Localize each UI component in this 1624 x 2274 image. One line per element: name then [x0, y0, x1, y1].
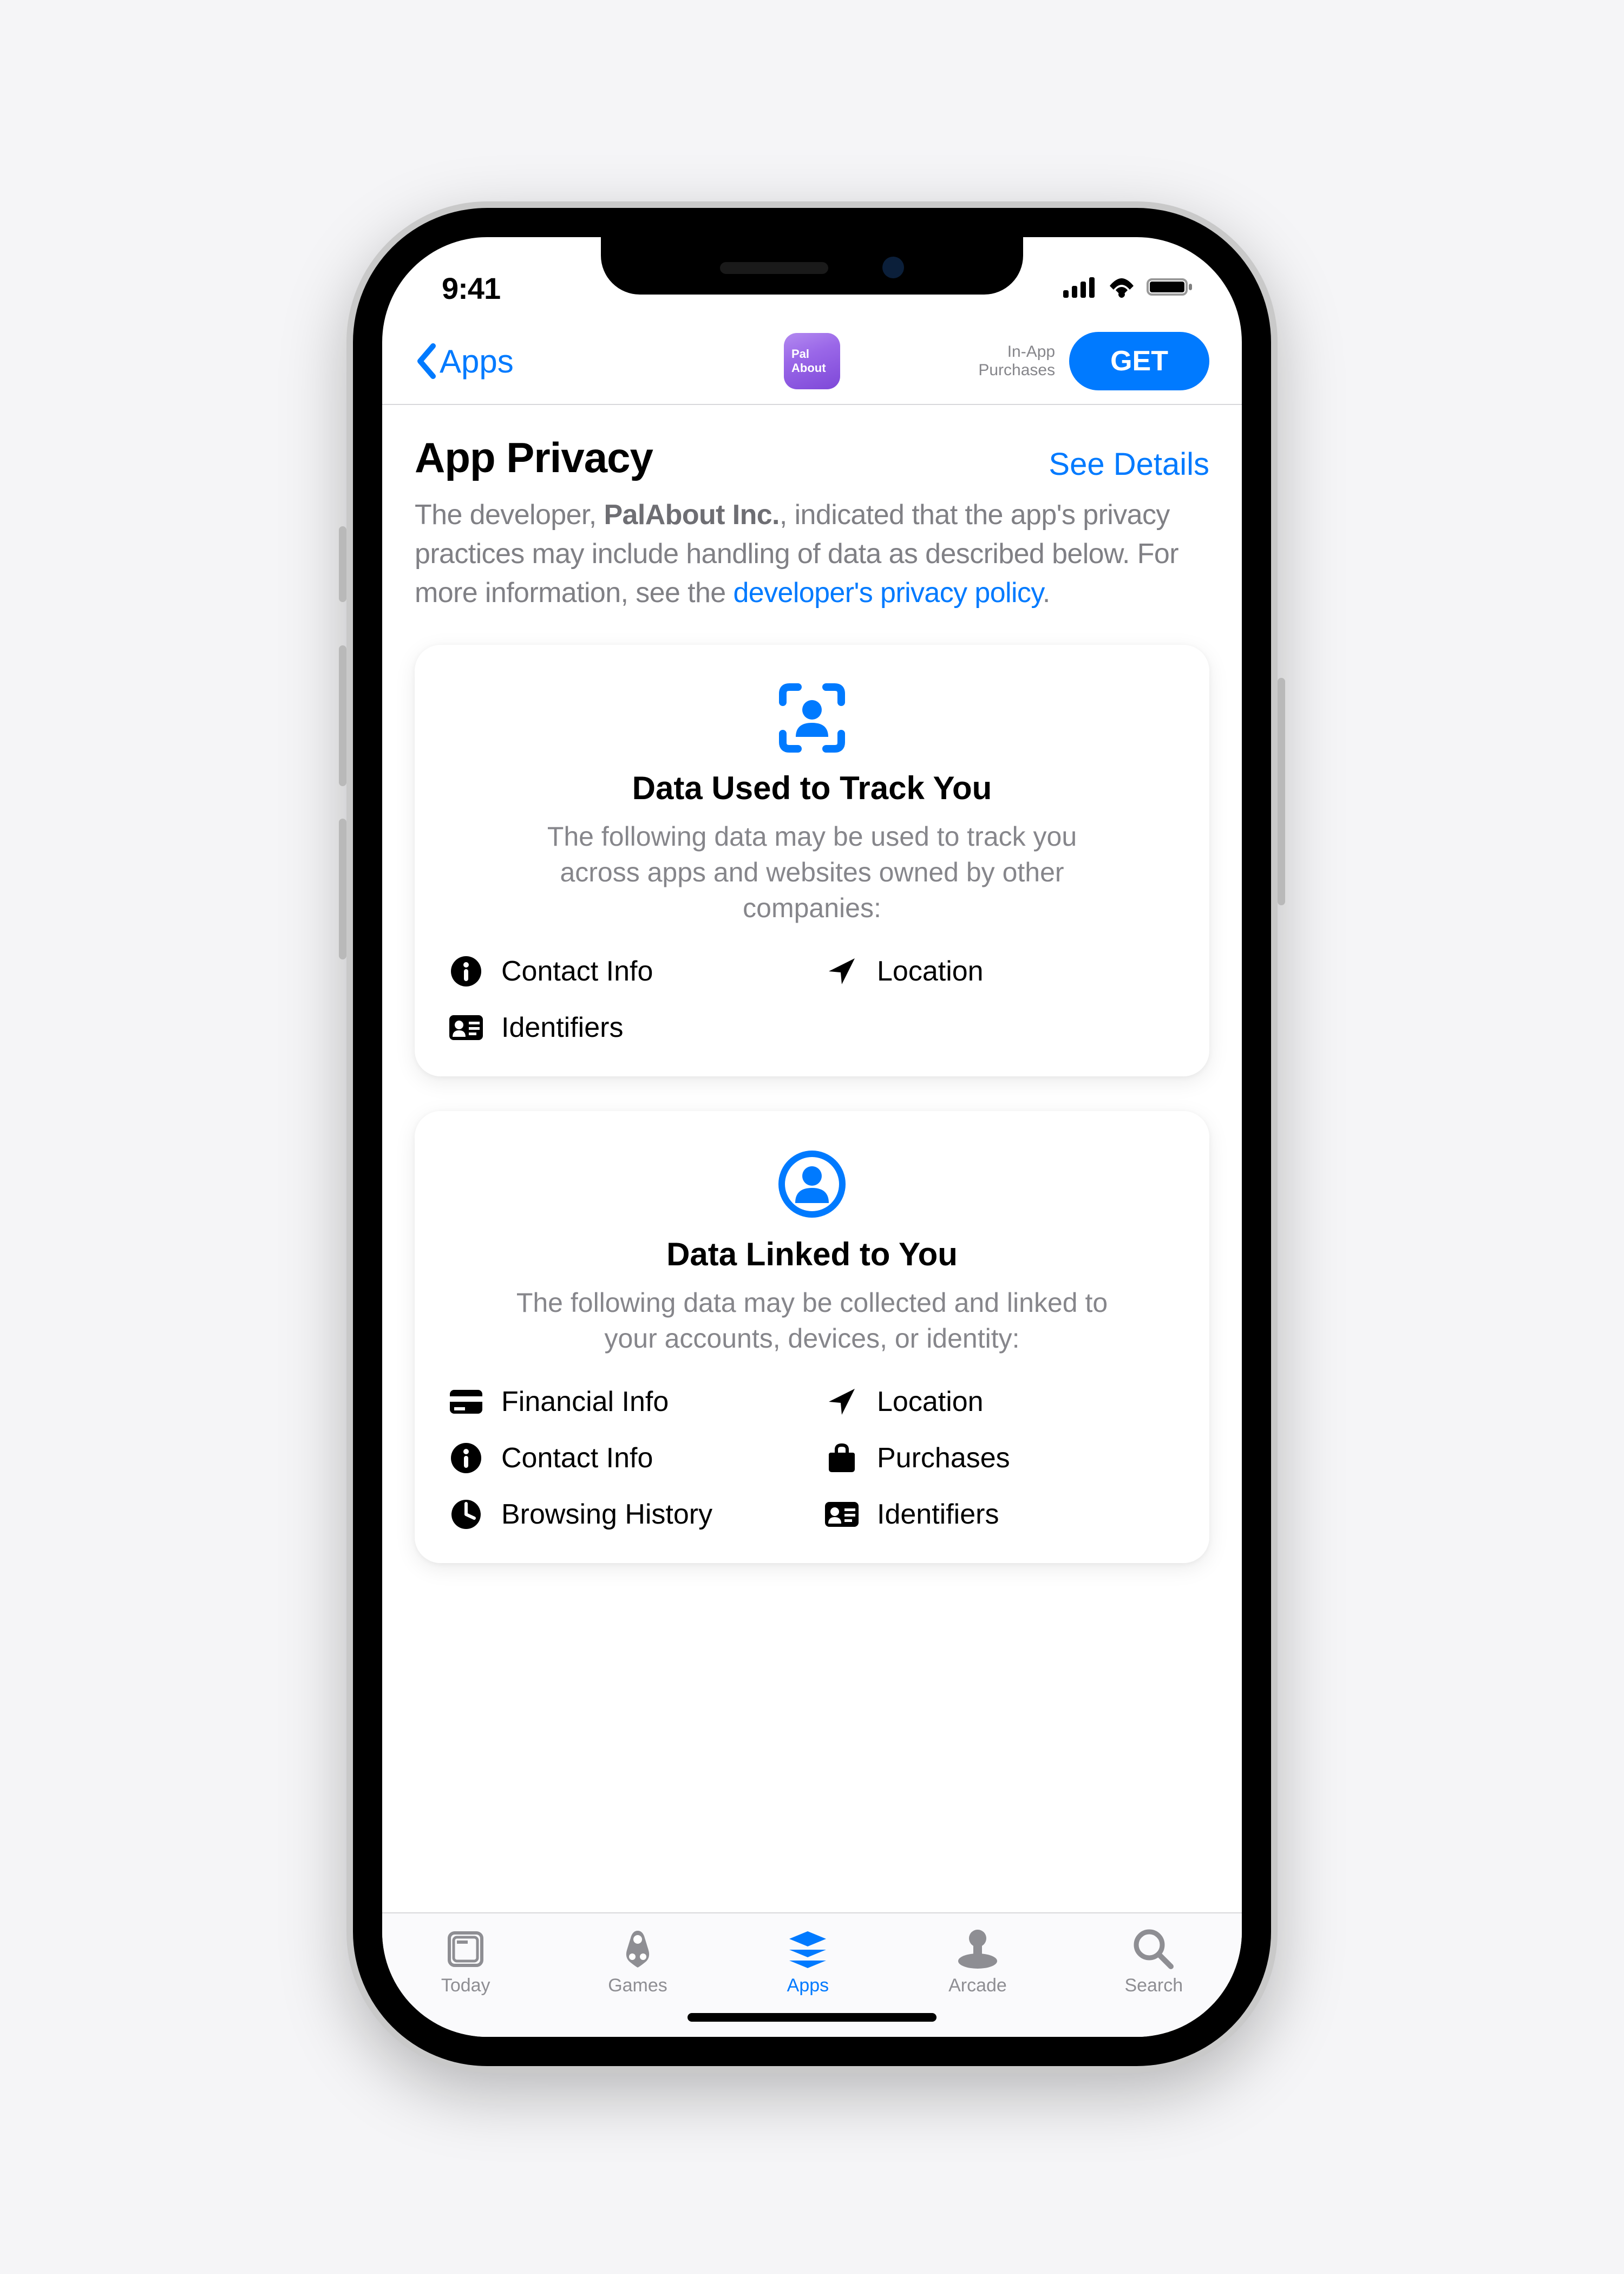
- data-type-item: Contact Info: [447, 955, 801, 988]
- data-type-item: Browsing History: [447, 1498, 801, 1531]
- location-icon: [823, 1386, 861, 1418]
- cellular-icon: [1063, 276, 1097, 300]
- card-title: Data Linked to You: [447, 1236, 1177, 1273]
- card-description: The following data may be collected and …: [514, 1285, 1110, 1356]
- location-icon: [823, 955, 861, 988]
- data-type-label: Purchases: [877, 1442, 1010, 1474]
- contact-icon: [447, 1442, 485, 1474]
- data-type-label: Contact Info: [501, 1442, 653, 1474]
- arcade-icon: [955, 1927, 1000, 1971]
- data-type-item: Identifiers: [447, 1011, 801, 1044]
- linked-icon: [447, 1149, 1177, 1219]
- games-icon: [615, 1927, 660, 1971]
- privacy-card: Data Used to Track You The following dat…: [415, 645, 1209, 1076]
- data-type-label: Browsing History: [501, 1498, 712, 1531]
- track-icon: [447, 683, 1177, 753]
- notch: [601, 237, 1023, 295]
- see-details-link[interactable]: See Details: [1049, 446, 1209, 482]
- tab-arcade[interactable]: Arcade: [948, 1924, 1007, 1996]
- data-type-label: Location: [877, 955, 984, 988]
- tab-label: Search: [1124, 1975, 1183, 1996]
- data-type-label: Financial Info: [501, 1386, 669, 1418]
- get-button[interactable]: GET: [1069, 332, 1209, 390]
- purchases-icon: [823, 1443, 861, 1473]
- in-app-purchases-label: In-App Purchases: [978, 343, 1055, 380]
- browsing-icon: [447, 1499, 485, 1530]
- card-description: The following data may be used to track …: [514, 819, 1110, 926]
- data-type-label: Identifiers: [501, 1011, 623, 1044]
- identifiers-icon: [447, 1014, 485, 1041]
- data-type-item: Financial Info: [447, 1386, 801, 1418]
- data-type-item: Purchases: [823, 1442, 1177, 1474]
- privacy-card: Data Linked to You The following data ma…: [415, 1111, 1209, 1563]
- identifiers-icon: [823, 1501, 861, 1528]
- tab-today[interactable]: Today: [441, 1924, 490, 1996]
- intro-text: The developer, PalAbout Inc., indicated …: [415, 495, 1209, 612]
- contact-icon: [447, 955, 485, 988]
- side-button: [1278, 678, 1285, 905]
- tab-label: Apps: [787, 1975, 829, 1996]
- back-button[interactable]: Apps: [415, 343, 514, 380]
- nav-app-icon[interactable]: Pal About: [784, 333, 840, 389]
- tab-label: Games: [608, 1975, 667, 1996]
- nav-bar: Apps Pal About In-App Purchases GET: [382, 318, 1242, 405]
- today-icon: [444, 1927, 487, 1971]
- home-indicator[interactable]: [687, 2013, 937, 2022]
- tab-search[interactable]: Search: [1124, 1924, 1183, 1996]
- tab-label: Arcade: [948, 1975, 1007, 1996]
- financial-icon: [447, 1389, 485, 1415]
- wifi-icon: [1106, 276, 1137, 300]
- tab-label: Today: [441, 1975, 490, 1996]
- tab-games[interactable]: Games: [608, 1924, 667, 1996]
- data-type-item: Identifiers: [823, 1498, 1177, 1531]
- search-icon: [1132, 1927, 1175, 1971]
- data-type-label: Location: [877, 1386, 984, 1418]
- device-frame: 9:41: [346, 201, 1278, 2073]
- content-scroll[interactable]: App Privacy See Details The developer, P…: [382, 405, 1242, 1912]
- data-type-label: Contact Info: [501, 955, 653, 988]
- page-title: App Privacy: [415, 433, 653, 482]
- side-button: [339, 526, 346, 602]
- developer-name: PalAbout Inc.: [604, 499, 779, 531]
- side-button: [339, 645, 346, 786]
- tab-apps[interactable]: Apps: [785, 1924, 830, 1996]
- card-title: Data Used to Track You: [447, 769, 1177, 807]
- apps-icon: [785, 1927, 830, 1971]
- data-type-item: Location: [823, 1386, 1177, 1418]
- side-button: [339, 819, 346, 959]
- data-type-item: Contact Info: [447, 1442, 801, 1474]
- data-type-label: Identifiers: [877, 1498, 999, 1531]
- data-type-item: Location: [823, 955, 1177, 988]
- back-label: Apps: [440, 343, 514, 380]
- privacy-policy-link[interactable]: developer's privacy policy: [733, 577, 1042, 609]
- battery-icon: [1147, 276, 1193, 300]
- status-time: 9:41: [442, 271, 500, 306]
